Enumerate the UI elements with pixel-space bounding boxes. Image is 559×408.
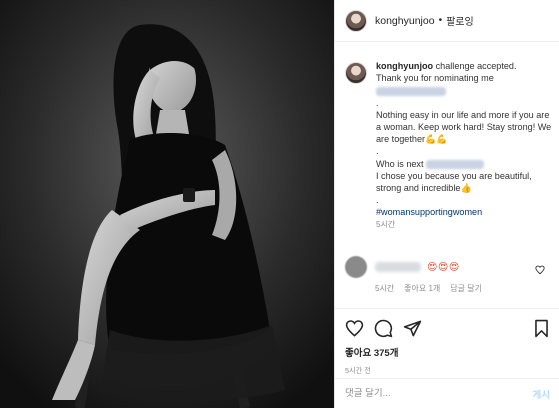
caption-line1: challenge accepted. xyxy=(435,61,517,71)
comment-time[interactable]: 5시간 xyxy=(375,283,394,294)
commenter-avatar-blurred[interactable] xyxy=(345,256,367,278)
hashtag-link[interactable]: #womansupportingwomen xyxy=(376,207,482,217)
comment-text: 😍😍😍 xyxy=(427,261,460,273)
action-icon-row xyxy=(345,317,550,339)
header-separator: • xyxy=(438,15,443,26)
thumbs-up-emoji: 👍 xyxy=(460,183,472,194)
add-comment-box: 게시 xyxy=(335,378,559,408)
caption-line3: Nothing easy in our life and more if you… xyxy=(376,109,552,145)
post-actions: 좋아요 375개 5시간 전 xyxy=(335,308,559,376)
comment-item: 😍😍😍 xyxy=(345,256,555,278)
post-caption: konghyunjoo challenge accepted. Thank yo… xyxy=(345,60,555,231)
comment-input[interactable] xyxy=(345,388,533,399)
comment-reply-button[interactable]: 답글 달기 xyxy=(450,283,482,294)
like-heart-icon[interactable] xyxy=(345,319,364,338)
caption-dot-2: . xyxy=(376,146,379,157)
caption-line4: Who is next xyxy=(376,158,424,169)
comment-meta: 5시간 좋아요 1개 답글 달기 xyxy=(375,283,482,294)
comment-likes[interactable]: 좋아요 1개 xyxy=(404,283,440,294)
nominator-mention-blurred[interactable] xyxy=(376,86,446,96)
author-username[interactable]: konghyunjoo xyxy=(375,15,435,27)
likes-count[interactable]: 좋아요 375개 xyxy=(345,345,550,359)
muscle-emoji: 💪💪 xyxy=(425,134,448,145)
next-mention-blurred[interactable] xyxy=(426,159,485,169)
share-paper-plane-icon[interactable] xyxy=(403,319,422,338)
post-image xyxy=(0,0,334,408)
caption-dot-3: . xyxy=(376,195,379,206)
comment-like-heart-icon[interactable] xyxy=(535,262,545,280)
save-bookmark-icon[interactable] xyxy=(533,319,550,338)
post-photo[interactable] xyxy=(0,0,334,408)
caption-author-avatar[interactable] xyxy=(345,62,367,84)
caption-time[interactable]: 5시간 xyxy=(376,219,555,231)
caption-username[interactable]: konghyunjoo xyxy=(376,61,433,71)
post-timestamp[interactable]: 5시간 전 xyxy=(345,366,550,376)
comment-bubble-icon[interactable] xyxy=(374,319,393,338)
post-comment-button[interactable]: 게시 xyxy=(533,387,550,401)
post-header: konghyunjoo • 팔로잉 xyxy=(335,0,559,42)
following-button[interactable]: 팔로잉 xyxy=(446,13,474,28)
author-avatar[interactable] xyxy=(345,9,367,32)
caption-line2: Thank you for nominating me xyxy=(376,73,494,84)
post-side-panel: konghyunjoo • 팔로잉 konghyunjoo challenge … xyxy=(334,0,559,408)
caption-body: konghyunjoo challenge accepted. Thank yo… xyxy=(376,60,555,231)
caption-dot-1: . xyxy=(376,97,379,108)
caption-line5: I chose you because you are beautiful, s… xyxy=(376,170,532,194)
commenter-username-blurred[interactable] xyxy=(375,262,421,272)
